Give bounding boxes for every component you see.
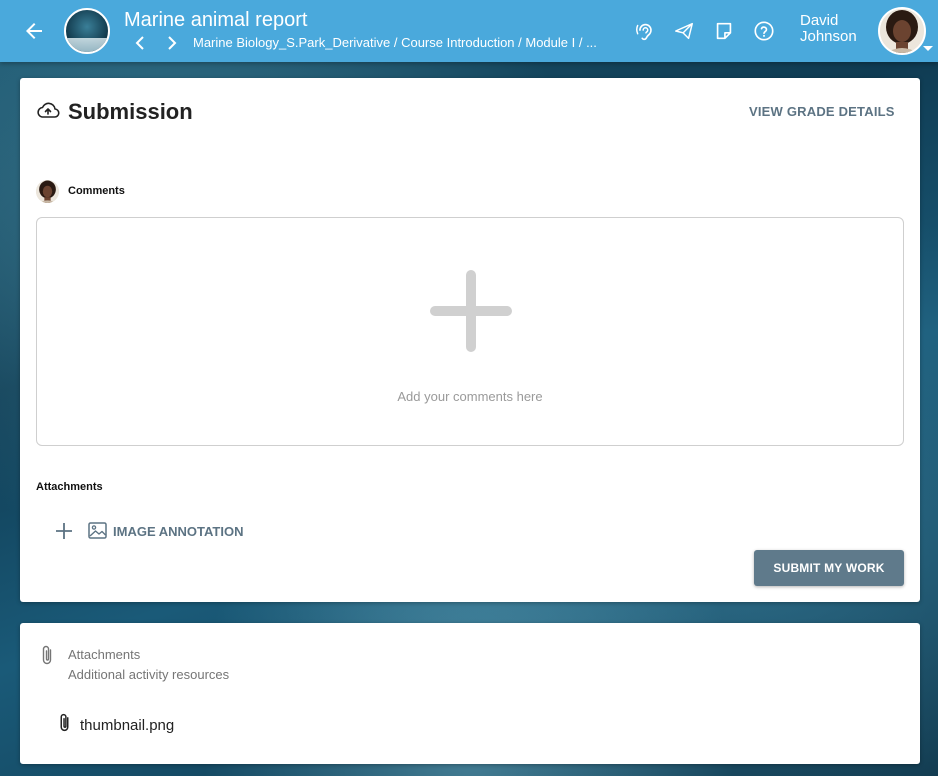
file-link[interactable]: thumbnail.png [80, 717, 174, 734]
view-grade-details-button[interactable]: VIEW GRADE DETAILS [749, 104, 895, 119]
cloud-upload-icon [37, 102, 60, 118]
file-paperclip-icon [60, 713, 69, 732]
submit-my-work-button[interactable]: SUBMIT MY WORK [754, 550, 904, 586]
breadcrumb[interactable]: Marine Biology_S.Park_Derivative / Cours… [193, 35, 597, 50]
add-attachment-plus-icon[interactable] [55, 522, 73, 540]
resources-title: Attachments [68, 647, 141, 662]
hearing-icon[interactable] [634, 20, 656, 42]
submission-title: Submission [68, 99, 193, 124]
comments-label: Comments [68, 185, 125, 197]
comment-placeholder: Add your comments here [397, 389, 543, 404]
resources-card: Attachments Additional activity resource… [20, 623, 920, 764]
help-icon[interactable] [753, 20, 775, 42]
user-menu-caret-icon[interactable] [923, 46, 933, 51]
comment-avatar [36, 180, 59, 203]
top-app-bar: Marine animal report Marine Biology_S.Pa… [0, 0, 938, 62]
note-icon[interactable] [713, 20, 735, 42]
send-icon[interactable] [673, 20, 695, 42]
resources-subtitle: Additional activity resources [68, 667, 230, 682]
submission-card: Submission VIEW GRADE DETAILS Comments A… [20, 78, 920, 602]
chevron-right-icon[interactable] [164, 34, 180, 52]
course-thumbnail [64, 8, 110, 54]
arrow-left-icon[interactable] [22, 19, 46, 43]
page-title: Marine animal report [124, 9, 308, 31]
add-comment-plus-icon[interactable] [429, 269, 513, 353]
image-annotation-button[interactable]: IMAGE ANNOTATION [113, 524, 243, 539]
user-first-name: David [800, 12, 839, 29]
paperclip-icon [42, 645, 52, 665]
comment-input-area[interactable]: Add your comments here [36, 217, 904, 446]
image-icon[interactable] [88, 522, 107, 539]
user-name[interactable]: David Johnson [800, 13, 857, 45]
attachments-label: Attachments [36, 481, 103, 493]
user-last-name: Johnson [800, 28, 857, 45]
chevron-left-icon[interactable] [132, 34, 148, 52]
avatar[interactable] [878, 7, 926, 55]
